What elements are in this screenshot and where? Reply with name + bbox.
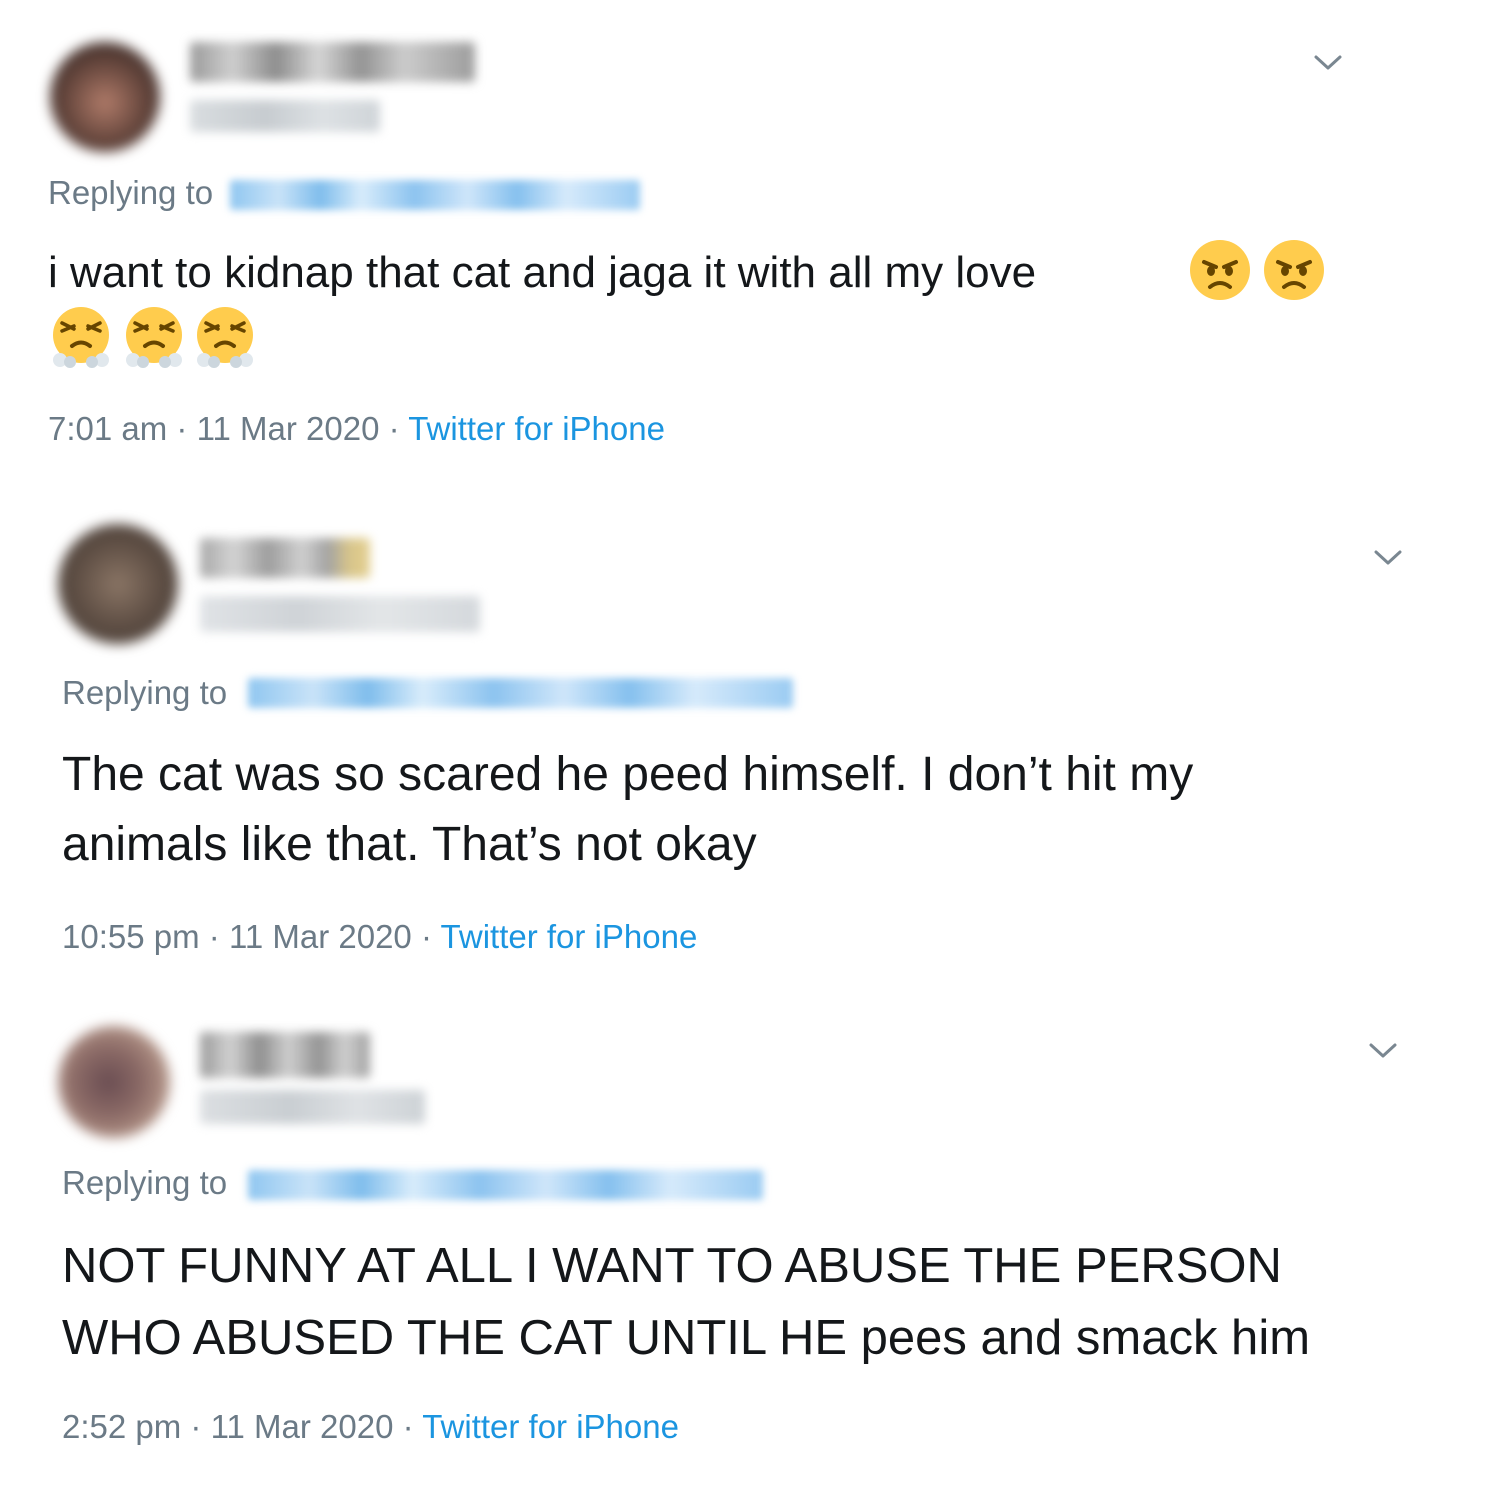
tweet-meta: 7:01 am · 11 Mar 2020 · Twitter for iPho… xyxy=(48,410,665,448)
angry-face-icon xyxy=(1190,240,1250,300)
tweet-text: NOT FUNNY AT ALL I WANT TO ABUSE THE PER… xyxy=(62,1230,1310,1374)
tweet-source-link[interactable]: Twitter for iPhone xyxy=(408,410,665,447)
meta-separator: · xyxy=(388,410,400,447)
tweet-time[interactable]: 7:01 am xyxy=(48,410,167,447)
tweet-text-line: i want to kidnap that cat and jaga it wi… xyxy=(48,248,1037,297)
display-name-blurred[interactable] xyxy=(200,538,370,578)
tweet-1[interactable]: Replying to i want to kidnap that cat an… xyxy=(0,0,1500,480)
chevron-down-icon[interactable] xyxy=(1366,1038,1400,1062)
tweet-text: i want to kidnap that cat and jaga it wi… xyxy=(48,244,1036,302)
avatar[interactable] xyxy=(58,524,178,644)
tweet-text-line: WHO ABUSED THE CAT UNTIL HE pees and sma… xyxy=(62,1311,1311,1365)
face-with-steam-icon xyxy=(53,307,109,368)
face-with-steam-icon xyxy=(197,307,253,368)
tweet-meta: 10:55 pm · 11 Mar 2020 · Twitter for iPh… xyxy=(62,918,697,956)
tweet-text-line: The cat was so scared he peed himself. I… xyxy=(62,748,1194,801)
chevron-down-icon[interactable] xyxy=(1371,545,1405,569)
tweet-text: The cat was so scared he peed himself. I… xyxy=(62,740,1193,880)
tweet-meta: 2:52 pm · 11 Mar 2020 · Twitter for iPho… xyxy=(62,1408,679,1446)
tweet-date[interactable]: 11 Mar 2020 xyxy=(229,918,412,955)
face-with-steam-icon xyxy=(126,307,182,368)
replying-to-handle-blurred[interactable] xyxy=(248,1170,763,1200)
avatar[interactable] xyxy=(50,42,160,152)
username-blurred[interactable] xyxy=(190,100,380,132)
meta-separator: · xyxy=(176,410,188,447)
tweet-text-line: animals like that. That’s not okay xyxy=(62,818,757,871)
tweet-time[interactable]: 2:52 pm xyxy=(62,1408,181,1445)
avatar[interactable] xyxy=(58,1026,170,1138)
replying-to-handle-blurred[interactable] xyxy=(248,678,793,708)
meta-separator: · xyxy=(402,1408,414,1445)
username-blurred[interactable] xyxy=(200,596,480,632)
tweet-time[interactable]: 10:55 pm xyxy=(62,918,200,955)
replying-to-label: Replying to xyxy=(48,174,214,211)
replying-to-handle-blurred[interactable] xyxy=(230,180,640,210)
chevron-down-icon[interactable] xyxy=(1311,50,1345,74)
angry-face-icon xyxy=(1264,240,1324,300)
display-name-blurred[interactable] xyxy=(190,42,475,82)
tweet-3[interactable]: Replying to NOT FUNNY AT ALL I WANT TO A… xyxy=(0,1000,1500,1500)
tweet-date[interactable]: 11 Mar 2020 xyxy=(211,1408,394,1445)
tweet-source-link[interactable]: Twitter for iPhone xyxy=(422,1408,679,1445)
tweet-2[interactable]: Replying to The cat was so scared he pee… xyxy=(0,500,1500,980)
replying-to-label: Replying to xyxy=(62,674,228,711)
tweet-source-link[interactable]: Twitter for iPhone xyxy=(441,918,698,955)
tweet-text-line: NOT FUNNY AT ALL I WANT TO ABUSE THE PER… xyxy=(62,1239,1282,1293)
replying-to-label: Replying to xyxy=(62,1164,228,1201)
tweet-list: Replying to i want to kidnap that cat an… xyxy=(0,0,1500,1500)
tweet-date[interactable]: 11 Mar 2020 xyxy=(197,410,380,447)
display-name-blurred[interactable] xyxy=(200,1032,370,1078)
meta-separator: · xyxy=(420,918,432,955)
meta-separator: · xyxy=(190,1408,202,1445)
username-blurred[interactable] xyxy=(200,1090,425,1124)
meta-separator: · xyxy=(208,918,220,955)
